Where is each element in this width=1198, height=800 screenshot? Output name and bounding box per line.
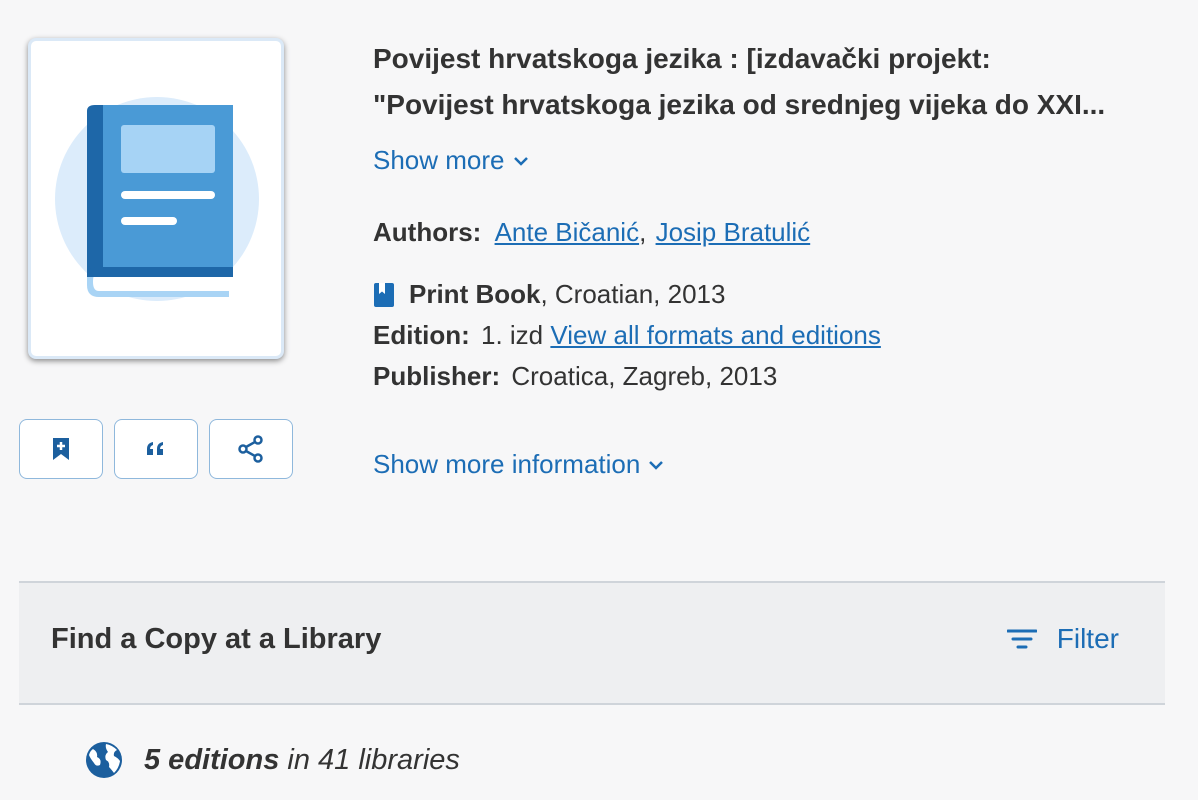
author-separator: , xyxy=(639,217,647,247)
globe-icon xyxy=(86,742,122,778)
find-copy-header: Find a Copy at a Library Filter xyxy=(19,581,1165,705)
book-cover-image xyxy=(28,38,284,359)
edition-value: 1. izd xyxy=(481,320,544,350)
view-all-editions-link[interactable]: View all formats and editions xyxy=(550,320,880,350)
publisher-label: Publisher: xyxy=(373,361,501,391)
editions-count: 5 editions xyxy=(144,743,280,776)
print-book-icon xyxy=(374,282,394,307)
book-title-line-2: "Povijest hrvatskoga jezika od srednjeg … xyxy=(373,89,1106,120)
authors-row: Authors: Ante Bičanić, Josip Bratulić xyxy=(373,217,810,248)
author-link-1[interactable]: Ante Bičanić xyxy=(495,217,640,247)
publisher-row: Publisher: Croatica, Zagreb, 2013 xyxy=(373,361,777,392)
editions-summary: 5 editions in 41 libraries xyxy=(84,740,460,780)
cite-button[interactable] xyxy=(114,419,198,479)
format-details: , Croatian, 2013 xyxy=(540,279,726,309)
book-title-line-1: Povijest hrvatskoga jezika : [izdavački … xyxy=(373,43,991,74)
authors-label: Authors: xyxy=(373,217,482,247)
format-label: Print Book xyxy=(409,279,541,309)
book-title: Povijest hrvatskoga jezika : [izdavački … xyxy=(373,36,1153,128)
bookmark-add-icon xyxy=(53,438,69,460)
quote-icon xyxy=(147,442,163,455)
editions-text: 5 editions in 41 libraries xyxy=(144,744,460,777)
save-to-list-button[interactable] xyxy=(19,419,103,479)
author-link-2[interactable]: Josip Bratulić xyxy=(656,217,811,247)
libraries-count: in 41 libraries xyxy=(279,743,460,776)
share-icon xyxy=(238,435,263,463)
chevron-down-icon xyxy=(513,156,528,166)
filter-icon xyxy=(1006,629,1037,649)
book-icon xyxy=(55,97,259,301)
edition-label: Edition: xyxy=(373,320,470,350)
chevron-down-icon xyxy=(649,460,664,470)
filter-button[interactable]: Filter xyxy=(1006,623,1119,655)
filter-label: Filter xyxy=(1056,623,1119,654)
find-copy-title: Find a Copy at a Library xyxy=(51,623,382,655)
show-more-title-toggle[interactable]: Show more xyxy=(373,145,529,176)
edition-row: Edition: 1. izd View all formats and edi… xyxy=(373,320,881,351)
show-more-information-toggle[interactable]: Show more information xyxy=(373,449,664,480)
show-more-information-label: Show more information xyxy=(373,449,641,479)
publisher-value: Croatica, Zagreb, 2013 xyxy=(511,361,778,391)
show-more-label: Show more xyxy=(373,145,505,175)
format-row: Print Book, Croatian, 2013 xyxy=(373,279,725,310)
share-button[interactable] xyxy=(209,419,293,479)
